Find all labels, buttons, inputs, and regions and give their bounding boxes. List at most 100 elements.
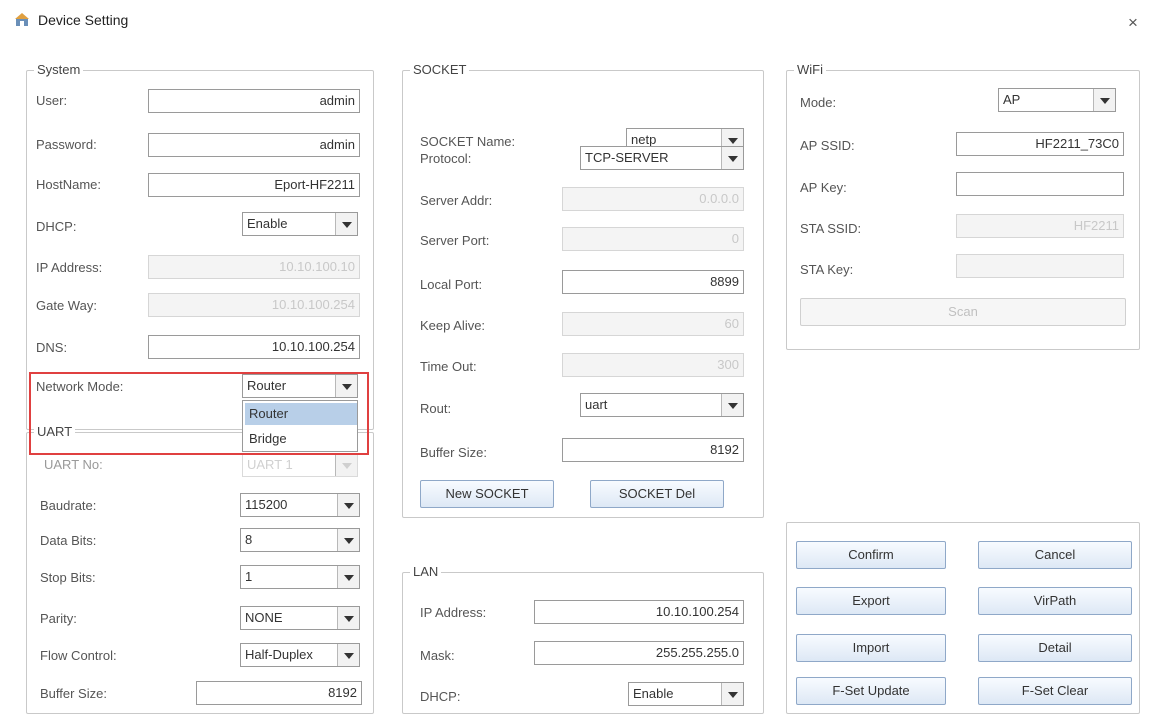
rout-label: Rout: [420, 401, 452, 416]
uart-buffer-size-label: Buffer Size: [40, 686, 107, 701]
socket-buffer-size-field[interactable]: 8192 [562, 438, 744, 462]
chevron-down-icon[interactable] [337, 529, 359, 551]
stop-bits-label: Stop Bits: [40, 570, 96, 585]
data-bits-label: Data Bits: [40, 533, 97, 548]
scan-button: Scan [800, 298, 1126, 326]
socket-group-label: SOCKET [410, 62, 470, 78]
chevron-down-icon[interactable] [721, 147, 743, 169]
socket-name-label: SOCKET Name: [420, 134, 516, 149]
sta-key-field [956, 254, 1124, 278]
baudrate-label: Baudrate: [40, 498, 97, 513]
socket-buffer-size-label: Buffer Size: [420, 445, 487, 460]
lan-dhcp-select[interactable]: Enable [628, 682, 744, 706]
lan-ip-label: IP Address: [420, 605, 487, 620]
hostname-label: HostName: [36, 177, 102, 192]
ap-ssid-label: AP SSID: [800, 138, 855, 153]
window-title: Device Setting [38, 12, 129, 28]
protocol-value: TCP-SERVER [585, 150, 669, 165]
parity-label: Parity: [40, 611, 77, 626]
wifi-mode-select[interactable]: AP [998, 88, 1116, 112]
detail-button[interactable]: Detail [978, 634, 1132, 662]
lan-dhcp-label: DHCP: [420, 689, 461, 704]
protocol-label: Protocol: [420, 151, 472, 166]
data-bits-value: 8 [245, 532, 253, 547]
chevron-down-icon[interactable] [337, 607, 359, 629]
sta-key-label: STA Key: [800, 262, 854, 277]
chevron-down-icon[interactable] [1093, 89, 1115, 111]
hostname-field[interactable]: Eport-HF2211 [148, 173, 360, 197]
cancel-button[interactable]: Cancel [978, 541, 1132, 569]
chevron-down-icon[interactable] [337, 494, 359, 516]
stop-bits-select[interactable]: 1 [240, 565, 360, 589]
server-port-label: Server Port: [420, 233, 490, 248]
virpath-button[interactable]: VirPath [978, 587, 1132, 615]
uart-no-value: UART 1 [247, 457, 293, 472]
local-port-label: Local Port: [420, 277, 483, 292]
data-bits-select[interactable]: 8 [240, 528, 360, 552]
flow-control-label: Flow Control: [40, 648, 117, 663]
ip-address-label: IP Address: [36, 260, 103, 275]
chevron-down-icon[interactable] [335, 213, 357, 235]
wifi-mode-value: AP [1003, 92, 1021, 107]
flow-control-value: Half-Duplex [245, 647, 313, 662]
wifi-group-label: WiFi [794, 62, 826, 78]
uart-no-select: UART 1 [242, 453, 358, 477]
ip-address-field: 10.10.100.10 [148, 255, 360, 279]
import-button[interactable]: Import [796, 634, 946, 662]
gateway-label: Gate Way: [36, 298, 97, 313]
chevron-down-icon [335, 454, 357, 476]
lan-mask-label: Mask: [420, 648, 455, 663]
rout-value: uart [585, 397, 608, 412]
new-socket-button[interactable]: New SOCKET [420, 480, 554, 508]
uart-buffer-size-field[interactable]: 8192 [196, 681, 362, 705]
server-addr-field: 0.0.0.0 [562, 187, 744, 211]
local-port-field[interactable]: 8899 [562, 270, 744, 294]
ap-key-label: AP Key: [800, 180, 847, 195]
lan-mask-field[interactable]: 255.255.255.0 [534, 641, 744, 665]
stop-bits-value: 1 [245, 569, 253, 584]
timeout-label: Time Out: [420, 359, 477, 374]
dns-label: DNS: [36, 340, 68, 355]
flow-control-select[interactable]: Half-Duplex [240, 643, 360, 667]
gateway-field: 10.10.100.254 [148, 293, 360, 317]
highlight-box [29, 372, 369, 455]
ap-ssid-field[interactable]: HF2211_73C0 [956, 132, 1124, 156]
uart-no-label: UART No: [44, 457, 103, 472]
socket-del-button[interactable]: SOCKET Del [590, 480, 724, 508]
keep-alive-label: Keep Alive: [420, 318, 486, 333]
user-field[interactable]: admin [148, 89, 360, 113]
lan-dhcp-value: Enable [633, 686, 674, 701]
dhcp-label: DHCP: [36, 219, 77, 234]
title-bar: Device Setting × [0, 0, 1151, 42]
app-icon [14, 12, 30, 28]
system-group-label: System [34, 62, 84, 78]
sta-ssid-field: HF2211 [956, 214, 1124, 238]
chevron-down-icon[interactable] [337, 566, 359, 588]
password-field[interactable]: admin [148, 133, 360, 157]
timeout-field: 300 [562, 353, 744, 377]
parity-select[interactable]: NONE [240, 606, 360, 630]
rout-select[interactable]: uart [580, 393, 744, 417]
fset-update-button[interactable]: F-Set Update [796, 677, 946, 705]
keep-alive-field: 60 [562, 312, 744, 336]
chevron-down-icon[interactable] [337, 644, 359, 666]
baudrate-select[interactable]: 115200 [240, 493, 360, 517]
ap-key-field[interactable] [956, 172, 1124, 196]
chevron-down-icon[interactable] [721, 683, 743, 705]
lan-ip-field[interactable]: 10.10.100.254 [534, 600, 744, 624]
close-icon[interactable]: × [1128, 14, 1138, 31]
wifi-mode-label: Mode: [800, 95, 837, 110]
dhcp-select[interactable]: Enable [242, 212, 358, 236]
export-button[interactable]: Export [796, 587, 946, 615]
protocol-select[interactable]: TCP-SERVER [580, 146, 744, 170]
chevron-down-icon[interactable] [721, 394, 743, 416]
fset-clear-button[interactable]: F-Set Clear [978, 677, 1132, 705]
dns-field[interactable]: 10.10.100.254 [148, 335, 360, 359]
dhcp-select-value: Enable [247, 216, 288, 231]
server-addr-label: Server Addr: [420, 193, 493, 208]
confirm-button[interactable]: Confirm [796, 541, 946, 569]
baudrate-value: 115200 [245, 497, 288, 512]
parity-value: NONE [245, 610, 283, 625]
sta-ssid-label: STA SSID: [800, 221, 862, 236]
user-label: User: [36, 93, 68, 108]
